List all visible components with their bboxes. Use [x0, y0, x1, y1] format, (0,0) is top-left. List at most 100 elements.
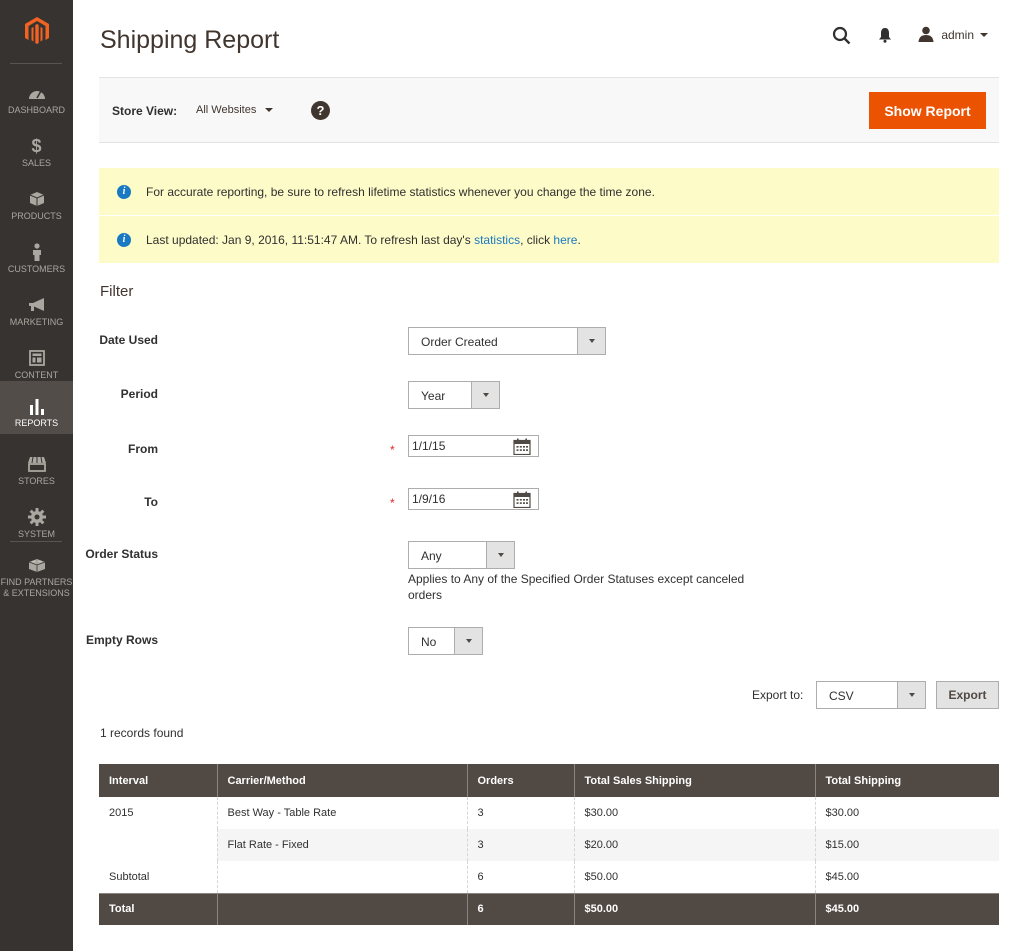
- field-period: Period Year: [0, 381, 800, 409]
- cell-carrier-method: [216, 861, 468, 894]
- from-label: From: [128, 442, 158, 456]
- period-value: Year: [421, 389, 446, 403]
- cell-total-shipping: $45.00: [814, 861, 999, 894]
- store-view-bar: Store View: All Websites ? Show Report: [99, 77, 999, 143]
- chevron-down-icon: [908, 693, 915, 697]
- dropdown-button: [897, 682, 925, 708]
- show-report-button[interactable]: Show Report: [869, 92, 986, 129]
- cell-total-sales-shipping: $20.00: [573, 829, 816, 861]
- column-header-orders[interactable]: Orders: [466, 764, 575, 797]
- field-order-status: Order Status Any Applies to Any of the S…: [0, 541, 800, 603]
- magento-logo[interactable]: [0, 0, 73, 62]
- sidebar-item-customers[interactable]: Customers: [0, 232, 73, 285]
- field-to: To * 1/9/16: [0, 488, 800, 516]
- filter-title: Filter: [100, 283, 134, 300]
- cell-total-shipping: $30.00: [814, 797, 999, 829]
- cell-orders: 3: [466, 797, 575, 829]
- sidebar-item-label: Dashboard: [7, 105, 65, 115]
- field-empty-rows: Empty Rows No: [0, 627, 800, 655]
- calendar-icon[interactable]: [513, 491, 531, 509]
- sidebar-divider: [10, 63, 62, 64]
- sidebar-item-label: Products: [11, 211, 62, 221]
- records-found: 1 records found: [100, 726, 184, 740]
- cell-carrier-method: Flat Rate - Fixed: [216, 829, 468, 861]
- shipping-report-table: Interval Carrier/Method Orders Total Sal…: [99, 764, 999, 925]
- dropdown-button: [577, 328, 605, 354]
- admin-sidebar: Dashboard $ Sales Products Customers Mar…: [0, 0, 73, 951]
- cell-total-label: Total: [99, 893, 218, 925]
- order-status-select[interactable]: Any: [408, 541, 515, 569]
- store-view-label: Store View:: [112, 104, 178, 118]
- dropdown-button: [454, 628, 482, 654]
- cell-interval: Subtotal: [99, 861, 218, 894]
- cell-total-sales-shipping: $50.00: [573, 861, 816, 894]
- sidebar-item-products[interactable]: Products: [0, 179, 73, 232]
- export-button[interactable]: Export: [936, 681, 999, 709]
- empty-rows-select[interactable]: No: [408, 627, 483, 655]
- order-status-label: Order Status: [85, 547, 158, 561]
- chevron-down-icon: [588, 339, 595, 343]
- sidebar-item-label: Stores: [18, 476, 55, 486]
- date-used-select[interactable]: Order Created: [408, 327, 606, 355]
- table-header-row: Interval Carrier/Method Orders Total Sal…: [99, 764, 999, 797]
- dropdown-button: [471, 382, 499, 408]
- order-status-value: Any: [421, 549, 442, 563]
- column-header-total-sales-shipping[interactable]: Total Sales Shipping: [573, 764, 816, 797]
- chevron-down-icon: [497, 553, 504, 557]
- cell-total-sales-shipping: $50.00: [573, 893, 816, 925]
- dollar-icon: $: [31, 136, 42, 156]
- period-select[interactable]: Year: [408, 381, 500, 409]
- cell-orders: 6: [466, 861, 575, 894]
- chevron-down-icon: [465, 639, 472, 643]
- store-view-value: All Websites: [196, 104, 257, 116]
- magento-logo-icon: [24, 17, 49, 44]
- message-text: Last updated: Jan 9, 2016, 11:51:47 AM. …: [146, 233, 581, 247]
- order-status-note: Applies to Any of the Specified Order St…: [408, 572, 745, 602]
- here-link[interactable]: here: [553, 233, 577, 247]
- required-marker: *: [390, 443, 395, 457]
- chevron-down-icon: [482, 393, 489, 397]
- cell-carrier-method: [216, 893, 468, 925]
- dashboard-gauge-icon: [27, 83, 47, 103]
- calendar-icon[interactable]: [513, 438, 531, 456]
- sidebar-item-sales[interactable]: $ Sales: [0, 126, 73, 179]
- cell-interval: [99, 829, 218, 861]
- table-row-subtotal: Subtotal 6 $50.00 $45.00: [99, 861, 999, 894]
- info-icon: i: [117, 184, 131, 199]
- to-label: To: [144, 495, 158, 509]
- cell-interval: 2015: [99, 797, 218, 829]
- info-message: i For accurate reporting, be sure to ref…: [99, 168, 999, 215]
- search-icon[interactable]: [830, 24, 852, 46]
- cell-total-shipping: $15.00: [814, 829, 999, 861]
- cell-total-shipping: $45.00: [814, 893, 999, 925]
- statistics-link[interactable]: statistics: [474, 233, 520, 247]
- field-date-used: Date Used Order Created: [0, 327, 800, 355]
- person-icon: [27, 242, 47, 262]
- export-format-select[interactable]: CSV: [816, 681, 926, 709]
- sidebar-item-label: System: [17, 529, 55, 539]
- sidebar-item-label: Reports: [14, 418, 59, 428]
- store-view-switcher[interactable]: All Websites: [196, 104, 274, 116]
- header-actions: admin: [830, 24, 988, 46]
- empty-rows-label: Empty Rows: [85, 633, 158, 647]
- date-used-value: Order Created: [421, 335, 498, 349]
- message-text-part: , click: [520, 232, 554, 247]
- cell-carrier-method: Best Way - Table Rate: [216, 797, 468, 829]
- sidebar-item-label: Customers: [7, 264, 66, 274]
- column-header-interval[interactable]: Interval: [99, 764, 218, 797]
- export-format-value: CSV: [829, 689, 854, 703]
- info-message: i Last updated: Jan 9, 2016, 11:51:47 AM…: [99, 216, 999, 263]
- notifications-bell-icon[interactable]: [874, 24, 896, 46]
- required-marker: *: [390, 496, 395, 510]
- info-icon: i: [117, 232, 131, 247]
- help-icon[interactable]: ?: [311, 101, 330, 120]
- column-header-carrier-method[interactable]: Carrier/Method: [216, 764, 468, 797]
- sidebar-item-label: Content: [14, 370, 59, 380]
- empty-rows-value: No: [421, 635, 437, 649]
- sidebar-item-dashboard[interactable]: Dashboard: [0, 73, 73, 126]
- column-header-total-shipping[interactable]: Total Shipping: [814, 764, 999, 797]
- cell-orders: 6: [466, 893, 575, 925]
- chevron-down-icon: [265, 108, 274, 112]
- page-title: Shipping Report: [100, 26, 280, 54]
- admin-user-menu[interactable]: admin: [918, 26, 988, 45]
